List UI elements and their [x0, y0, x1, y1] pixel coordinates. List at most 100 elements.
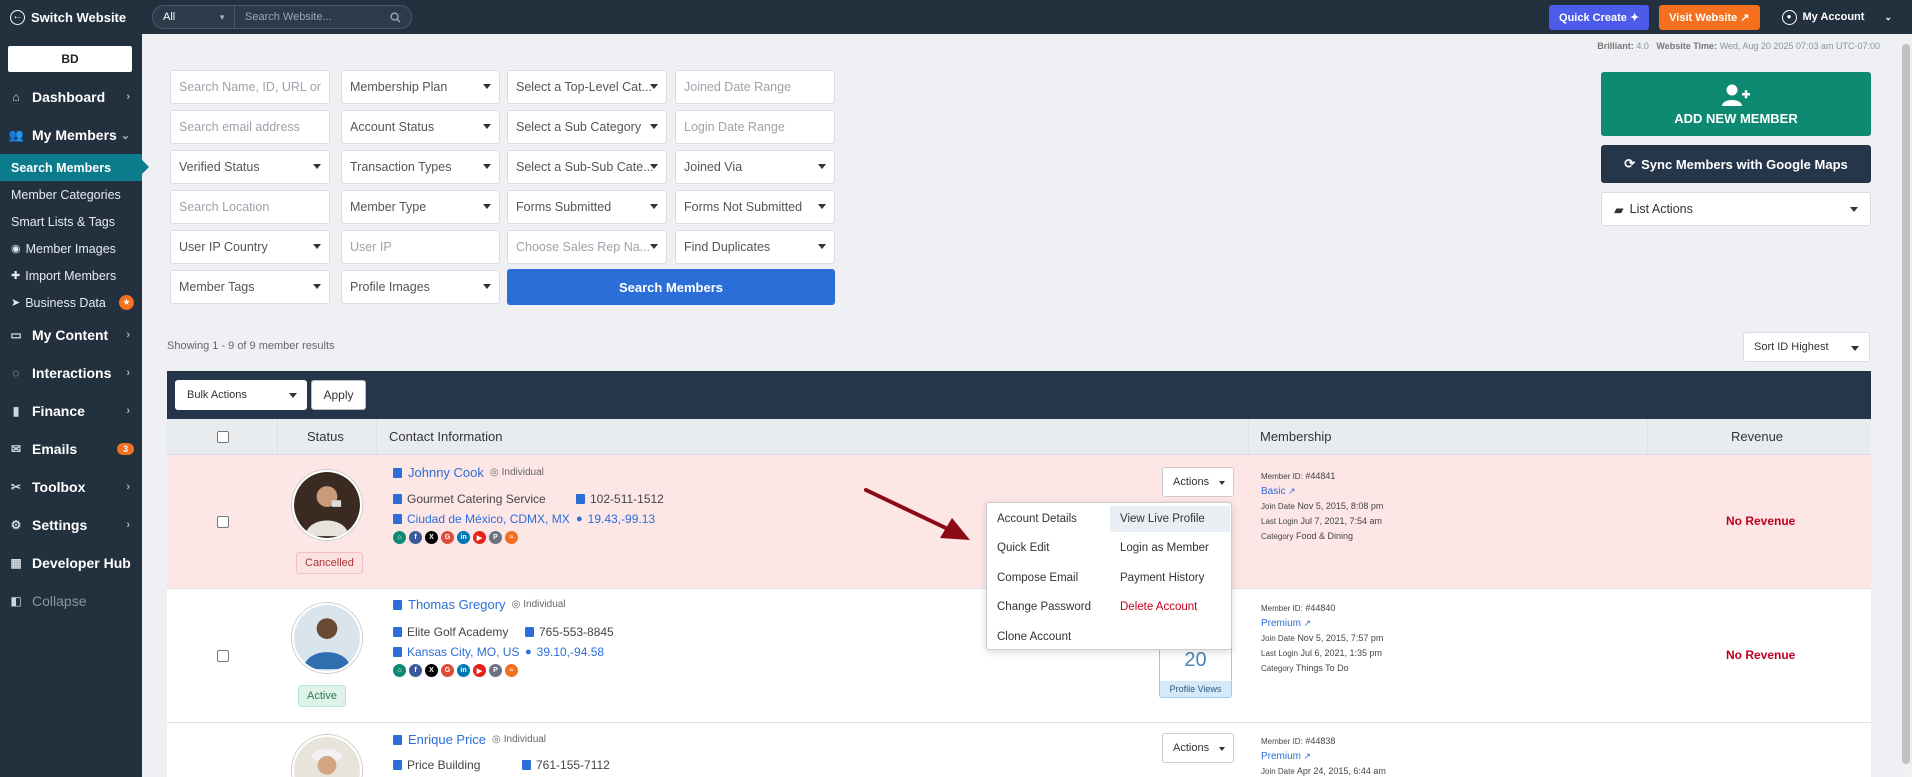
sidebar-item-my-content[interactable]: ▭ My Content › [0, 316, 142, 354]
brilliant-version: 4.0 [1636, 41, 1649, 51]
menu-item-login-as-member[interactable]: Login as Member [1110, 535, 1230, 561]
sub-category-select[interactable]: Select a Sub Category [507, 110, 667, 144]
sidebar-item-settings[interactable]: ⚙ Settings › [0, 506, 142, 544]
member-avatar[interactable] [292, 735, 362, 777]
menu-item-change-password[interactable]: Change Password [987, 594, 1109, 620]
sidebar-item-dashboard[interactable]: ⌂ Dashboard › [0, 78, 142, 116]
sidebar-item-toolbox[interactable]: ✂ Toolbox › [0, 468, 142, 506]
search-name-input[interactable]: Search Name, ID, URL or [170, 70, 330, 104]
member-name-link[interactable]: Thomas Gregory ◎ Individual [393, 597, 566, 612]
top-category-select[interactable]: Select a Top-Level Cat... [507, 70, 667, 104]
search-email-input[interactable]: Search email address [170, 110, 330, 144]
coords-link[interactable]: ● 39.10,-94.58 [525, 645, 604, 659]
facebook-icon[interactable]: f [409, 531, 422, 544]
transaction-types-select[interactable]: Transaction Types [341, 150, 500, 184]
sidebar-item-interactions[interactable]: ◌ Interactions › [0, 354, 142, 392]
sidebar-item-collapse[interactable]: ◧ Collapse [0, 582, 142, 620]
subsub-category-select[interactable]: Select a Sub-Sub Cate... [507, 150, 667, 184]
search-members-button[interactable]: Search Members [507, 269, 835, 305]
join-date-label: Join Date [1261, 502, 1295, 511]
add-new-member-button[interactable]: ADD NEW MEMBER [1601, 72, 1871, 136]
sidebar-sub-member-images[interactable]: ◉ Member Images [0, 235, 142, 262]
sales-rep-select[interactable]: Choose Sales Rep Na... [507, 230, 667, 264]
joined-via-select[interactable]: Joined Via [675, 150, 835, 184]
sidebar-sub-search-members[interactable]: Search Members [0, 154, 149, 181]
list-actions-select[interactable]: ▰ List Actions [1601, 192, 1871, 226]
visit-website-button[interactable]: Visit Website ↗ [1659, 4, 1760, 30]
sidebar-sub-business-data[interactable]: ➤ Business Data ★ [0, 289, 142, 316]
menu-item-quick-edit[interactable]: Quick Edit [987, 535, 1109, 561]
menu-item-payment-history[interactable]: Payment History [1110, 565, 1230, 591]
coords-link[interactable]: ● 19.43,-99.13 [576, 512, 655, 526]
youtube-icon[interactable]: ▶ [473, 531, 486, 544]
rss-icon[interactable]: ≈ [505, 664, 518, 677]
forms-not-submitted-select[interactable]: Forms Not Submitted [675, 190, 835, 224]
google-plus-icon[interactable]: G [441, 664, 454, 677]
member-tags-select[interactable]: Member Tags [170, 270, 330, 304]
linkedin-icon[interactable]: in [457, 664, 470, 677]
verified-status-select[interactable]: Verified Status [170, 150, 330, 184]
joined-date-input[interactable]: Joined Date Range [675, 70, 835, 104]
actions-button[interactable]: Actions [1162, 467, 1234, 497]
google-plus-icon[interactable]: G [441, 531, 454, 544]
profile-images-select[interactable]: Profile Images [341, 270, 500, 304]
menu-item-account-details[interactable]: Account Details [987, 506, 1109, 532]
menu-item-clone-account[interactable]: Clone Account [987, 624, 1109, 650]
apply-button[interactable]: Apply [311, 380, 366, 410]
bulk-actions-select[interactable]: Bulk Actions [175, 380, 307, 410]
member-avatar[interactable] [292, 470, 362, 540]
scrollbar-thumb[interactable] [1902, 44, 1910, 764]
find-duplicates-select[interactable]: Find Duplicates [675, 230, 835, 264]
sidebar-item-my-members[interactable]: 👥 My Members ⌄ [0, 116, 142, 154]
pinterest-icon[interactable]: P [489, 531, 502, 544]
search-icon[interactable] [390, 11, 401, 23]
membership-plan-select[interactable]: Membership Plan [341, 70, 500, 104]
search-website-input[interactable]: Search Website... [235, 11, 411, 23]
location-link[interactable]: Ciudad de México, CDMX, MX [393, 512, 570, 526]
pinterest-icon[interactable]: P [489, 664, 502, 677]
menu-item-view-live-profile[interactable]: View Live Profile [1110, 506, 1230, 532]
member-name-link[interactable]: Johnny Cook ◎ Individual [393, 465, 544, 480]
profile-views-box[interactable]: 20 Profile Views [1159, 644, 1232, 698]
sync-google-maps-button[interactable]: ⟳ Sync Members with Google Maps [1601, 145, 1871, 183]
plan-link[interactable]: Premium [1261, 618, 1301, 629]
sidebar-sub-member-categories[interactable]: Member Categories [0, 181, 142, 208]
x-icon[interactable]: X [425, 664, 438, 677]
member-name-link[interactable]: Enrique Price ◎ Individual [393, 732, 546, 747]
forms-submitted-select[interactable]: Forms Submitted [507, 190, 667, 224]
menu-item-compose-email[interactable]: Compose Email [987, 565, 1109, 591]
login-date-input[interactable]: Login Date Range [675, 110, 835, 144]
x-icon[interactable]: X [425, 531, 438, 544]
quick-create-button[interactable]: Quick Create ✦ [1549, 4, 1650, 30]
sidebar-item-finance[interactable]: ▮ Finance › [0, 392, 142, 430]
member-avatar[interactable] [292, 603, 362, 673]
search-location-input[interactable]: Search Location [170, 190, 330, 224]
facebook-icon[interactable]: f [409, 664, 422, 677]
menu-item-delete-account[interactable]: Delete Account [1110, 594, 1230, 620]
linkedin-icon[interactable]: in [457, 531, 470, 544]
select-all-checkbox[interactable] [217, 431, 229, 443]
actions-button[interactable]: Actions [1162, 733, 1234, 763]
search-scope-select[interactable]: All ▼ [153, 6, 235, 28]
user-ip-country-select[interactable]: User IP Country [170, 230, 330, 264]
youtube-icon[interactable]: ▶ [473, 664, 486, 677]
location-link[interactable]: Kansas City, MO, US [393, 645, 519, 659]
row-checkbox[interactable] [217, 516, 229, 528]
sidebar-item-emails[interactable]: ✉ Emails 3 [0, 430, 142, 468]
sidebar-sub-import-members[interactable]: ✚ Import Members [0, 262, 142, 289]
account-status-select[interactable]: Account Status [341, 110, 500, 144]
my-account-menu[interactable]: ● My Account ⌄ [1781, 9, 1892, 25]
plan-link[interactable]: Basic [1261, 486, 1285, 497]
rss-icon[interactable]: ≈ [505, 531, 518, 544]
website-icon[interactable]: ⌂ [393, 664, 406, 677]
website-icon[interactable]: ⌂ [393, 531, 406, 544]
sidebar-sub-smart-lists[interactable]: Smart Lists & Tags [0, 208, 142, 235]
member-type-select[interactable]: Member Type [341, 190, 500, 224]
sort-select[interactable]: Sort ID Highest [1743, 332, 1870, 362]
row-checkbox[interactable] [217, 650, 229, 662]
brand-logo[interactable]: BD [8, 46, 132, 72]
user-ip-input[interactable]: User IP [341, 230, 500, 264]
sidebar-item-developer-hub[interactable]: ▦ Developer Hub [0, 544, 142, 582]
switch-website-button[interactable]: ← Switch Website [0, 9, 145, 25]
plan-link[interactable]: Premium [1261, 751, 1301, 762]
